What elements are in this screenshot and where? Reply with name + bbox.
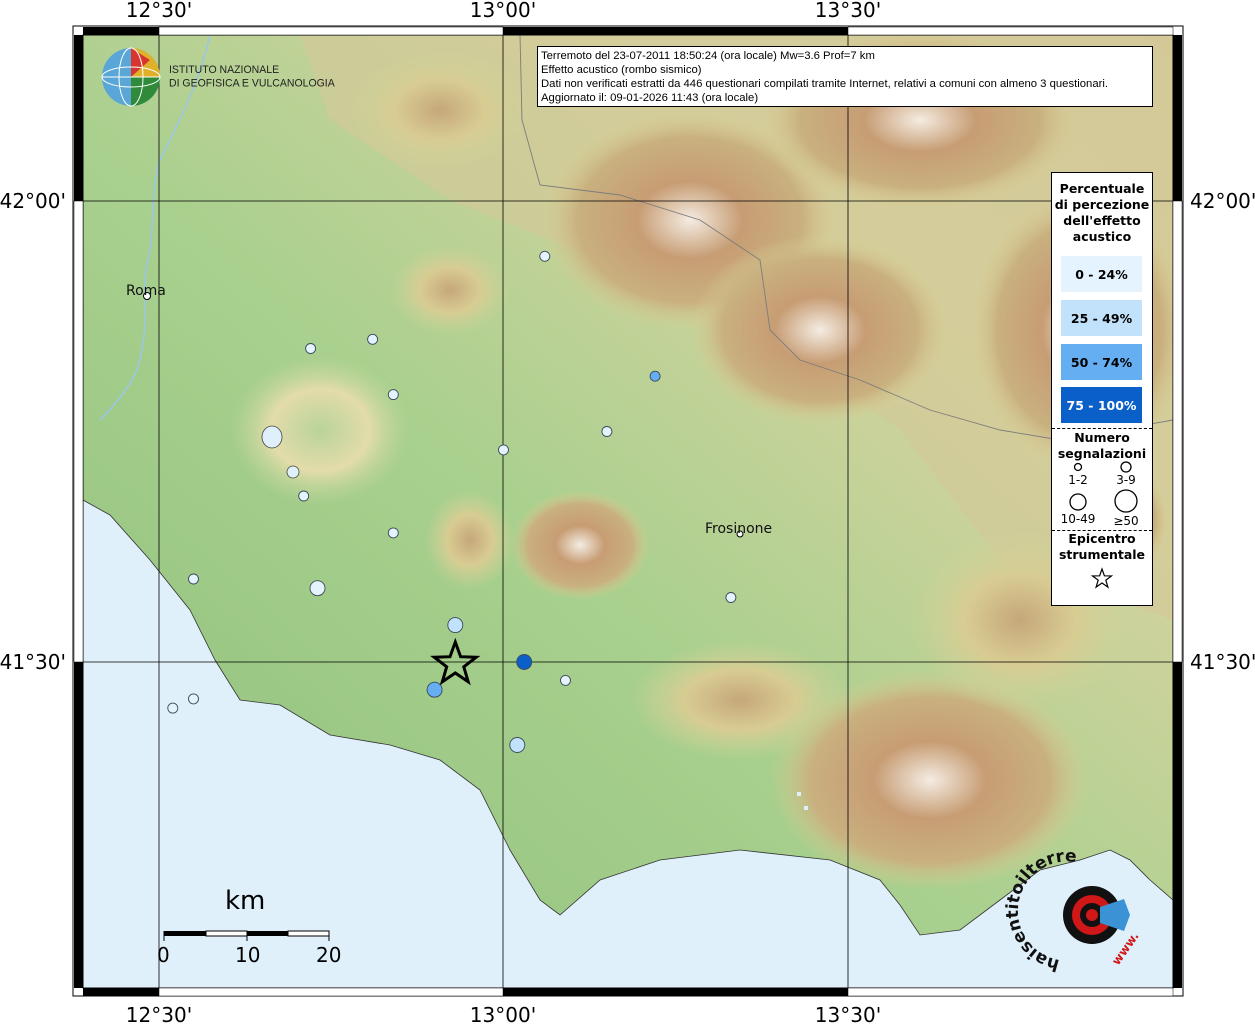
- volcanic-hills: [230, 355, 410, 505]
- intensity-point: [188, 693, 199, 705]
- top-lon-label: 13°00': [470, 0, 536, 22]
- scale-unit: km: [225, 886, 266, 916]
- intensity-point: [305, 343, 317, 354]
- legend-title-line: di percezione: [1054, 197, 1150, 212]
- legend-epicenter-title-line: strumentale: [1058, 547, 1146, 562]
- city-label-roma: Roma: [126, 283, 166, 299]
- ingv-name: ISTITUTO NAZIONALE DI GEOFISICA E VULCAN…: [169, 63, 335, 90]
- intensity-point: [188, 573, 199, 585]
- intensity-point: [601, 426, 613, 437]
- event-info-line: Terremoto del 23-07-2011 18:50:24 (ora l…: [541, 50, 875, 62]
- legend-class-50-74: 50 - 74%: [1061, 344, 1142, 380]
- intensity-point: [447, 617, 464, 634]
- mountain-range: [690, 235, 950, 425]
- bottom-lon-label: 13°00': [470, 1003, 536, 1024]
- legend-count-title-line: Numero: [1074, 430, 1130, 445]
- top-lon-label: 13°30': [815, 0, 881, 22]
- islet: [797, 792, 801, 796]
- size-label: 1-2: [1068, 473, 1088, 487]
- legend-title-line: acustico: [1072, 229, 1132, 244]
- top-lon-label: 12°30': [126, 0, 192, 22]
- intensity-point: [649, 370, 661, 382]
- scale-tick-label: 0: [157, 943, 170, 967]
- city-label-frosinone: Frosinone: [705, 521, 773, 537]
- legend-separator: [1052, 428, 1152, 429]
- legend-star-icon: [1090, 567, 1114, 589]
- intensity-point: [426, 681, 443, 698]
- bottom-lon-label: 12°30': [126, 1003, 192, 1024]
- intensity-point: [167, 702, 179, 714]
- legend-title-line: Percentuale: [1059, 181, 1145, 196]
- legend-class-75-100: 75 - 100%: [1061, 387, 1142, 423]
- right-lat-label: 42°00': [1190, 189, 1255, 213]
- size-symbol-3-9: [1120, 461, 1132, 473]
- legend-class-25-49: 25 - 49%: [1061, 300, 1142, 336]
- intensity-point: [367, 333, 379, 345]
- bottom-lon-label: 13°30': [815, 1003, 881, 1024]
- intensity-point: [509, 737, 526, 753]
- size-symbol-50: [1114, 489, 1138, 513]
- left-lat-label: 41°30': [0, 650, 66, 674]
- size-label: 3-9: [1116, 473, 1136, 487]
- intensity-point: [516, 654, 533, 670]
- intensity-point: [309, 580, 326, 597]
- legend-title: Percentuale di percezione dell'effetto a…: [1052, 181, 1152, 245]
- legend-size-symbols: [1069, 461, 1138, 513]
- intensity-point: [387, 389, 399, 401]
- scale-tick-label: 20: [316, 943, 342, 967]
- event-info-line: Aggiornato il: 09-01-2026 11:43 (ora loc…: [541, 92, 759, 104]
- size-label: ≥50: [1113, 514, 1139, 528]
- legend: Percentuale di percezione dell'effetto a…: [1051, 172, 1153, 606]
- ingv-logo: [101, 47, 161, 107]
- islet: [804, 806, 808, 810]
- size-symbol-1-2: [1073, 462, 1083, 472]
- intensity-point: [498, 444, 509, 456]
- left-lat-label: 42°00': [0, 189, 66, 213]
- hill-area: [390, 245, 510, 335]
- intensity-point: [539, 250, 551, 262]
- intensity-point: [387, 527, 399, 539]
- intensity-point: [725, 592, 737, 603]
- lake-nemi: [286, 465, 300, 479]
- legend-title-line: dell'effetto: [1063, 213, 1141, 228]
- legend-epicenter-title: Epicentro strumentale: [1052, 531, 1152, 563]
- ingv-name-line: ISTITUTO NAZIONALE: [169, 63, 280, 76]
- intensity-point: [298, 490, 310, 502]
- map-figure: 12°30' 13°00' 13°30' 12°30' 13°00' 13°30…: [0, 0, 1255, 1027]
- size-symbol-10-49: [1069, 493, 1087, 511]
- event-info-line: Effetto acustico (rombo sismico): [541, 64, 702, 76]
- legend-class-0-24: 0 - 24%: [1061, 256, 1142, 292]
- scale-tick-label: 10: [235, 943, 261, 967]
- hill-area: [425, 490, 515, 590]
- relief-map: [83, 35, 1173, 988]
- legend-epicenter-title-line: Epicentro: [1068, 531, 1136, 546]
- mountain-range: [510, 490, 650, 600]
- size-label: 10-49: [1060, 512, 1096, 526]
- event-info-box: Terremoto del 23-07-2011 18:50:24 (ora l…: [537, 46, 1153, 107]
- intensity-point: [560, 674, 571, 686]
- lake-albano: [261, 425, 283, 449]
- right-lat-label: 41°30': [1190, 650, 1255, 674]
- ingv-name-line: DI GEOFISICA E VULCANOLOGIA: [169, 77, 335, 90]
- event-info-line: Dati non verificati estratti da 446 ques…: [541, 78, 1109, 90]
